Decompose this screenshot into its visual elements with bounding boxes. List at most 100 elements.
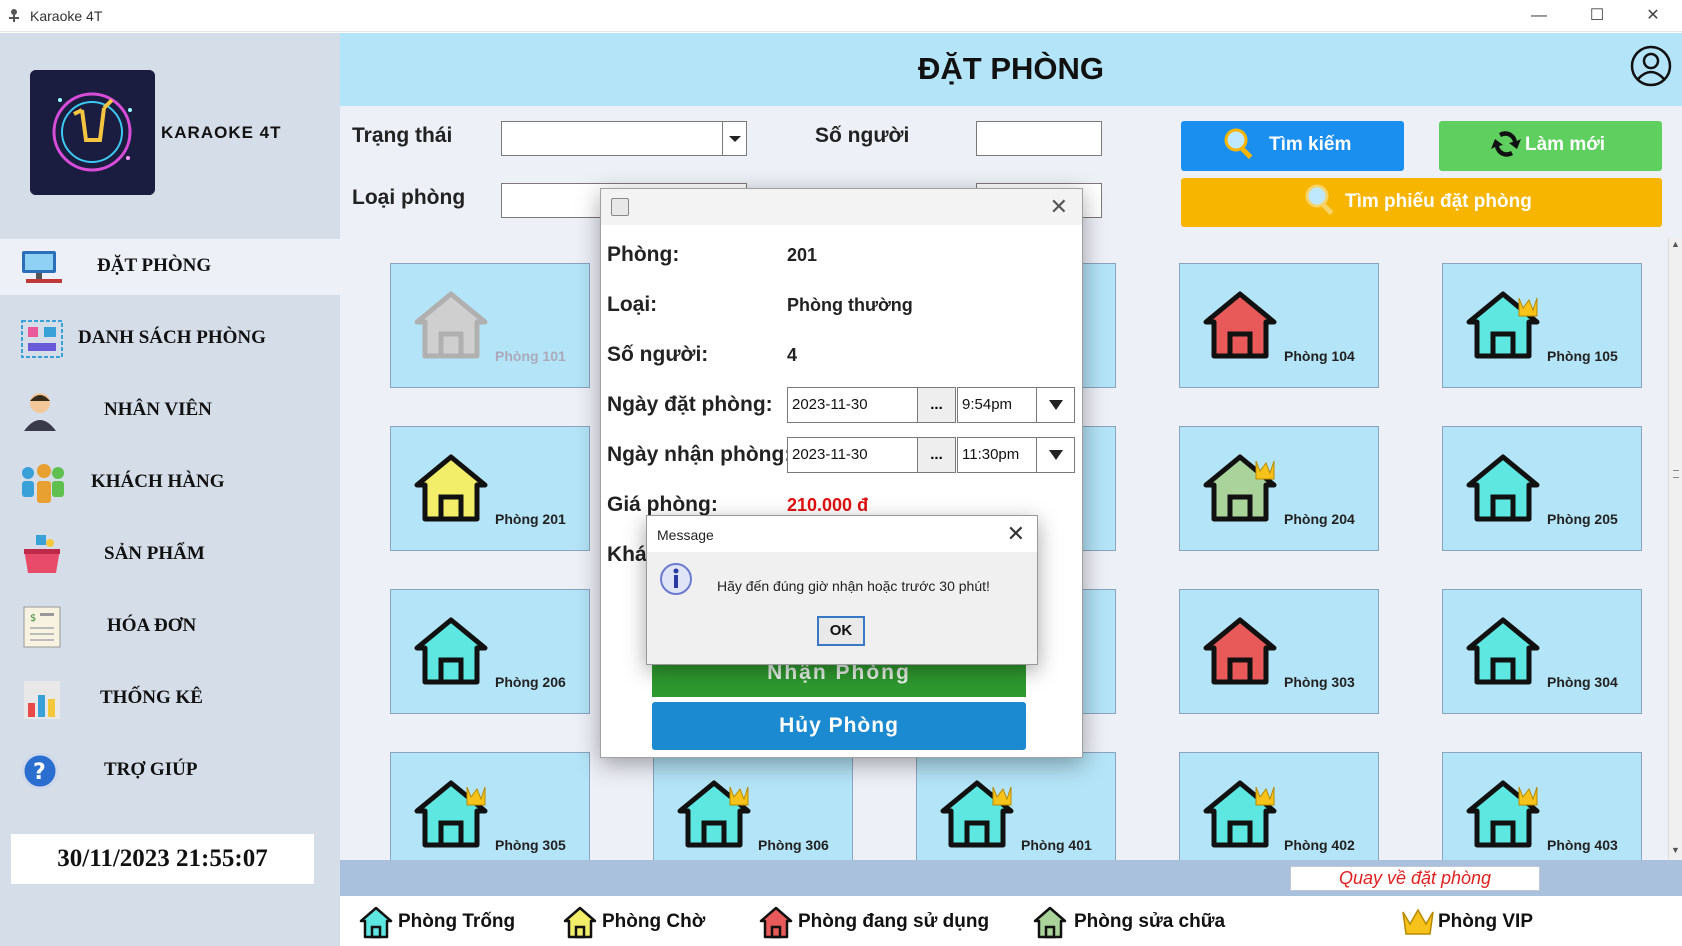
close-window-button[interactable]: ✕	[1624, 0, 1682, 32]
nav-item-thong-ke[interactable]: THỐNG KÊ	[0, 671, 340, 727]
room-name: Phòng 204	[1284, 511, 1355, 527]
room-card[interactable]: Phòng 101	[390, 263, 590, 388]
room-card[interactable]: Phòng 201	[390, 426, 590, 551]
nav-label: HÓA ĐƠN	[107, 615, 197, 636]
room-name: Phòng 401	[1021, 837, 1092, 853]
info-icon	[660, 563, 692, 595]
booking-time-dropdown[interactable]	[1036, 387, 1075, 423]
refresh-button[interactable]: Làm mới	[1439, 121, 1662, 171]
svg-text:?: ?	[33, 760, 46, 785]
room-card[interactable]: Phòng 205	[1442, 426, 1642, 551]
room-label: Phòng:	[607, 243, 680, 266]
crown-icon	[1402, 908, 1434, 935]
room-grid-scrollbar[interactable]: ▲ ▼	[1668, 237, 1682, 860]
find-booking-button[interactable]: Tìm phiếu đặt phòng	[1181, 178, 1662, 227]
room-card[interactable]: Phòng 402	[1179, 752, 1379, 860]
vip-house-icon	[414, 780, 488, 848]
room-name: Phòng 402	[1284, 837, 1355, 853]
brand-name: KARAOKE 4T	[161, 123, 282, 142]
checkin-date-field[interactable]: 2023-11-30	[787, 437, 918, 473]
refresh-icon	[1491, 131, 1521, 157]
datetime-clock: 30/11/2023 21:55:07	[11, 834, 314, 884]
house-icon	[1033, 906, 1067, 939]
scroll-grip[interactable]	[1673, 470, 1679, 478]
chevron-down-icon[interactable]	[722, 122, 746, 155]
karaoke-logo	[30, 70, 155, 195]
nav-item-tro-giup[interactable]: ? TRỢ GIÚP	[0, 743, 340, 799]
nav-item-nhan-vien[interactable]: NHÂN VIÊN	[0, 383, 340, 439]
room-card[interactable]: Phòng 401	[916, 752, 1116, 860]
scroll-up-icon[interactable]: ▲	[1671, 239, 1680, 249]
checkin-date-picker-button[interactable]: ...	[917, 437, 956, 473]
employee-icon	[24, 393, 56, 431]
room-card[interactable]: Phòng 303	[1179, 589, 1379, 714]
vip-house-icon	[1466, 291, 1540, 359]
room-card[interactable]: Phòng 204	[1179, 426, 1379, 551]
booking-detail-dialog: ✕ Phòng: 201 Loại: Phòng thường Số người…	[600, 188, 1083, 758]
message-text: Hãy đến đúng giờ nhận hoặc trước 30 phút…	[717, 578, 990, 594]
house-icon	[414, 617, 488, 685]
room-name: Phòng 304	[1547, 674, 1618, 690]
people-count-value: 4	[787, 345, 798, 365]
invoice-icon: $	[23, 606, 61, 648]
room-card[interactable]: Phòng 206	[390, 589, 590, 714]
page-header: ĐẶT PHÒNG	[340, 33, 1682, 106]
legend-label: Phòng sửa chữa	[1074, 911, 1226, 932]
room-card[interactable]: Phòng 304	[1442, 589, 1642, 714]
room-name: Phòng 305	[495, 837, 566, 853]
customer-label: Khá	[607, 543, 647, 566]
ok-button[interactable]: OK	[817, 616, 865, 646]
legend-label: Phòng Trống	[398, 911, 516, 932]
nav-item-san-pham[interactable]: SẢN PHẨM	[0, 527, 340, 583]
room-name: Phòng 403	[1547, 837, 1618, 853]
search-icon	[1305, 184, 1334, 216]
status-combo[interactable]	[501, 121, 747, 156]
chevron-down-icon	[1049, 450, 1063, 460]
nav-label: THỐNG KÊ	[100, 687, 203, 708]
nav-label: KHÁCH HÀNG	[91, 471, 225, 492]
house-icon	[563, 906, 597, 939]
house-icon	[1203, 291, 1277, 359]
nav-label: NHÂN VIÊN	[104, 399, 212, 420]
room-card[interactable]: Phòng 104	[1179, 263, 1379, 388]
window-title: Karaoke 4T	[30, 8, 103, 24]
booking-date-picker-button[interactable]: ...	[917, 387, 956, 423]
nav-item-khach-hang[interactable]: KHÁCH HÀNG	[0, 455, 340, 511]
checkin-time-field[interactable]: 11:30pm	[957, 437, 1037, 473]
cancel-booking-button[interactable]: Hủy Phòng	[652, 702, 1026, 750]
booking-date-field[interactable]: 2023-11-30	[787, 387, 918, 423]
nav-item-danh-sach-phong[interactable]: DANH SÁCH PHÒNG	[0, 311, 340, 367]
statistics-chart-icon	[24, 681, 60, 719]
booking-time-field[interactable]: 9:54pm	[957, 387, 1037, 423]
nav-item-dat-phong[interactable]: ĐẶT PHÒNG	[0, 239, 340, 295]
search-button[interactable]: Tìm kiếm	[1181, 121, 1404, 171]
room-card[interactable]: Phòng 403	[1442, 752, 1642, 860]
maximize-button[interactable]: ☐	[1568, 0, 1626, 32]
scroll-down-icon[interactable]: ▼	[1671, 845, 1680, 855]
checkin-time-dropdown[interactable]	[1036, 437, 1075, 473]
help-icon: ?	[21, 752, 59, 790]
message-close-button[interactable]: ✕	[1007, 521, 1025, 547]
legend-label: Phòng đang sử dụng	[798, 911, 990, 932]
nav-label: SẢN PHẨM	[104, 543, 205, 564]
minimize-button[interactable]: —	[1510, 0, 1568, 32]
room-card[interactable]: Phòng 306	[653, 752, 853, 860]
room-name: Phòng 105	[1547, 348, 1618, 364]
house-icon	[1466, 617, 1540, 685]
search-icon	[1224, 128, 1253, 160]
nav-label: DANH SÁCH PHÒNG	[78, 327, 266, 348]
nav-label: TRỢ GIÚP	[104, 759, 198, 780]
room-card[interactable]: Phòng 105	[1442, 263, 1642, 388]
karaoke-app-icon	[9, 9, 19, 22]
dialog-close-button[interactable]: ✕	[1050, 194, 1068, 220]
room-name: Phòng 303	[1284, 674, 1355, 690]
back-to-booking-button[interactable]: Quay về đặt phòng	[1290, 866, 1540, 891]
user-account-icon[interactable]	[1630, 45, 1672, 87]
house-icon	[414, 291, 488, 359]
nav-item-hoa-don[interactable]: $ HÓA ĐƠN	[0, 599, 340, 655]
room-card[interactable]: Phòng 305	[390, 752, 590, 860]
message-dialog: Message ✕ Hãy đến đúng giờ nhận hoặc trư…	[646, 515, 1038, 665]
room-value: 201	[787, 245, 818, 265]
people-input[interactable]	[976, 121, 1102, 156]
window-titlebar: Karaoke 4T — ☐ ✕	[0, 0, 1682, 32]
